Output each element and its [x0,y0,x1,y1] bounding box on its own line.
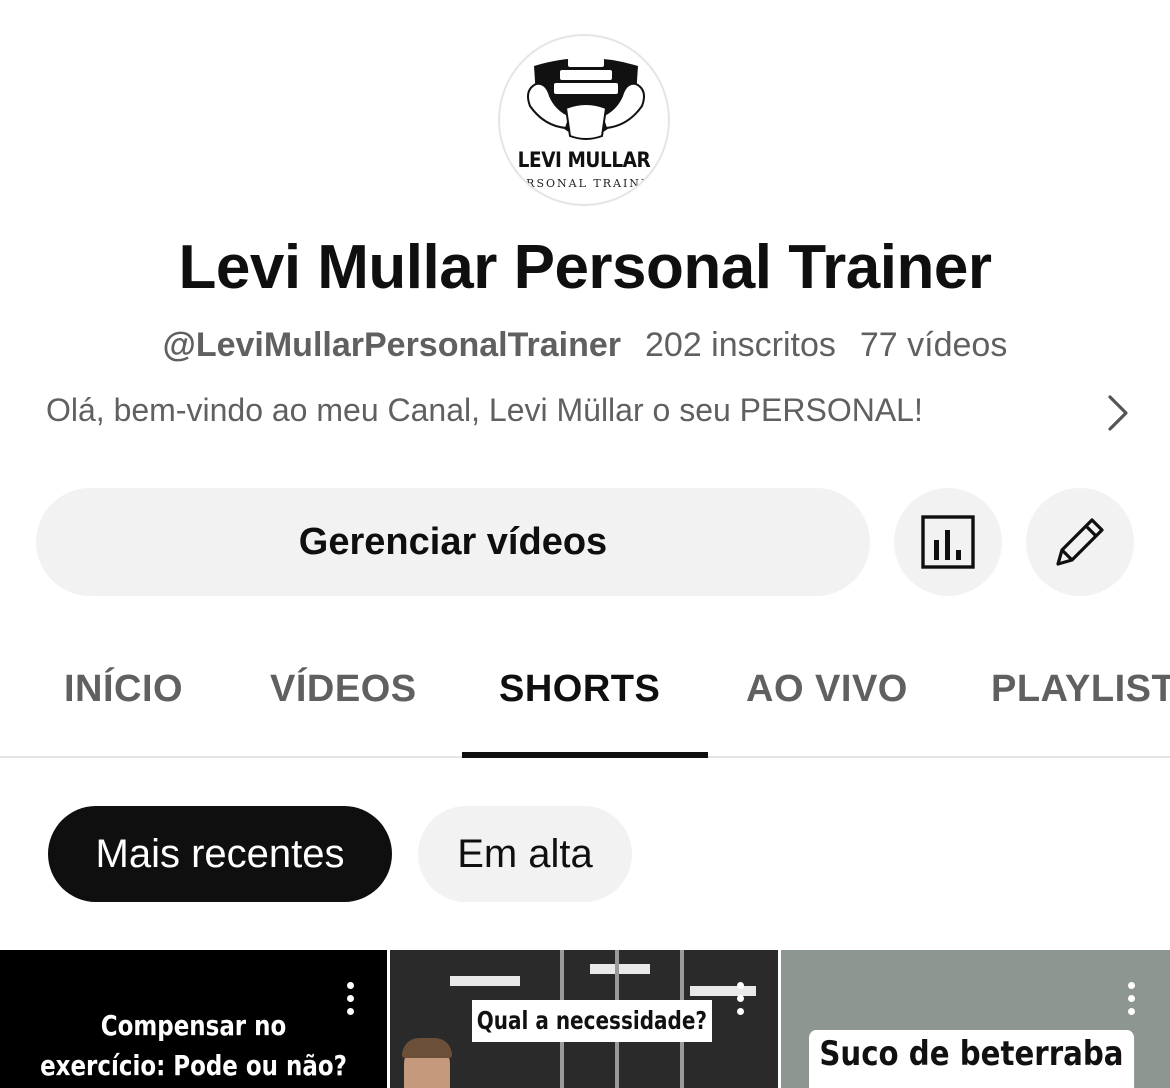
short-caption-line: exercício: Pode ou não? [40,1049,347,1082]
channel-title: Levi Mullar Personal Trainer [178,233,992,302]
avatar-logo-subtitle: PERSONAL TRAINER [506,177,662,190]
pencil-icon [1056,518,1104,566]
bar-chart-icon [921,515,975,569]
channel-tabs: INÍCIO VÍDEOS SHORTS AO VIVO PLAYLISTS [0,640,1170,758]
analytics-button[interactable] [894,488,1002,596]
short-caption-line: Compensar no [100,1009,287,1042]
ceiling-light [450,976,520,986]
channel-avatar[interactable]: LEVI MULLAR PERSONAL TRAINER [498,34,670,206]
tab-videos[interactable]: VÍDEOS [270,668,417,711]
ceiling-light [590,964,650,974]
edit-channel-button[interactable] [1026,488,1134,596]
more-options-icon[interactable] [1121,982,1141,1022]
chevron-right-icon[interactable] [1100,393,1134,433]
subscriber-count: 202 inscritos [645,326,836,364]
short-thumbnail[interactable]: Compensar no exercício: Pode ou não? [0,950,387,1088]
channel-meta: @LeviMullarPersonalTrainer 202 inscritos 7… [0,326,1170,365]
video-count: 77 vídeos [859,326,1008,364]
channel-description[interactable]: Olá, bem-vindo ao meu Canal, Levi Müllar… [46,392,923,429]
short-caption: Qual a necessidade? [472,1000,712,1042]
tab-playlists[interactable]: PLAYLISTS [991,668,1170,711]
short-caption: Compensar no exercício: Pode ou não? [35,1006,352,1086]
manage-videos-button[interactable]: Gerenciar vídeos [36,488,870,596]
more-options-icon[interactable] [730,982,750,1022]
short-caption: Suco de beterraba [809,1030,1134,1088]
short-thumbnail[interactable]: Qual a necessidade? [390,950,778,1088]
avatar-logo-name: LEVI MULLAR [517,148,651,172]
filter-chip-most-recent[interactable]: Mais recentes [48,806,392,902]
tab-ao-vivo[interactable]: AO VIVO [746,668,908,711]
more-options-icon[interactable] [340,982,360,1022]
channel-handle: @LeviMullarPersonalTrainer [162,326,621,364]
tab-shorts[interactable]: SHORTS [499,668,660,711]
tab-inicio[interactable]: INÍCIO [64,668,183,711]
active-tab-indicator [462,752,708,758]
person-hair [402,1038,452,1058]
short-thumbnail[interactable]: Suco de beterraba [781,950,1170,1088]
filter-chip-trending[interactable]: Em alta [418,806,632,902]
